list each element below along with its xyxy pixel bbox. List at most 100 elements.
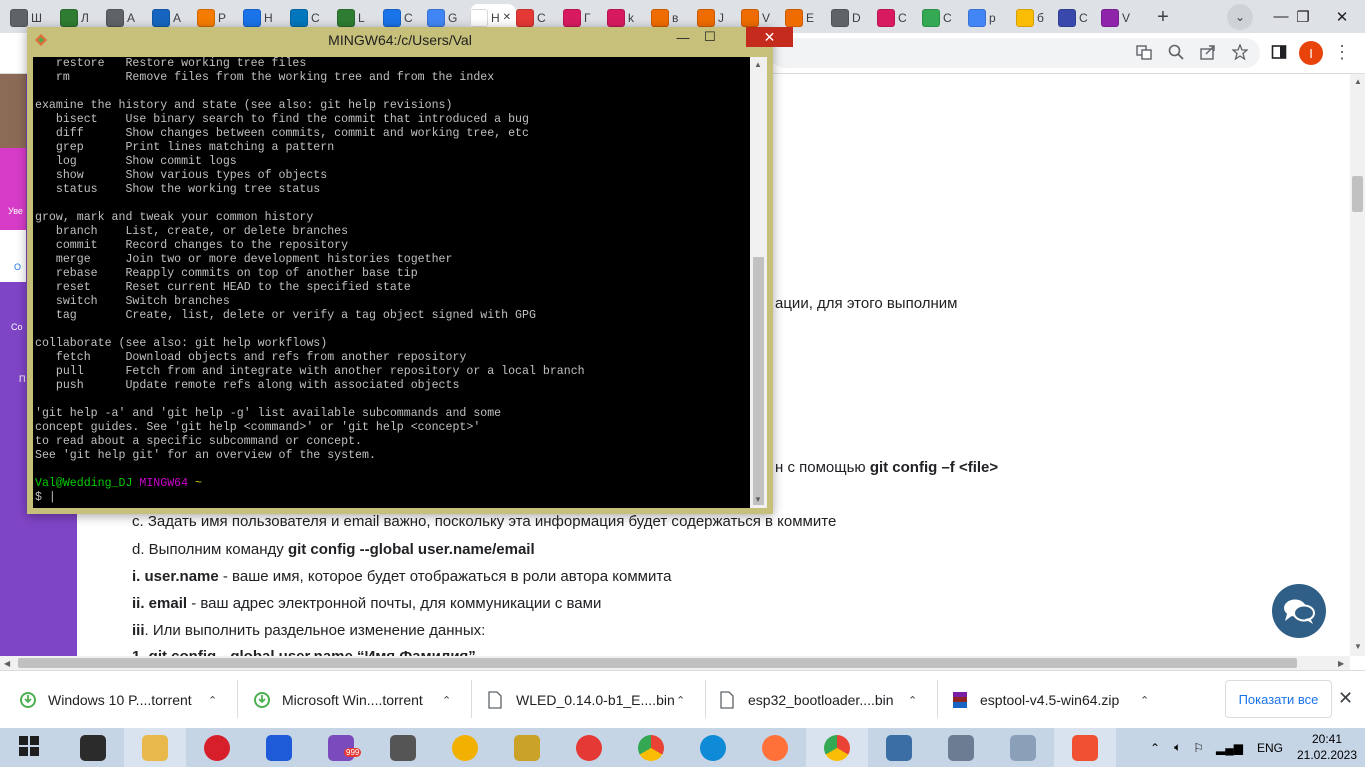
red-app-taskbar-button[interactable]	[558, 728, 620, 767]
browser-tab[interactable]: б	[1016, 4, 1058, 31]
sidebar-icon[interactable]	[1267, 40, 1291, 64]
terminal-close-button[interactable]: ✕	[746, 27, 793, 47]
page-horizontal-scroll-thumb[interactable]	[18, 658, 1297, 668]
terminal-titlebar[interactable]: MINGW64:/c/Users/Val — ☐ ✕	[27, 27, 793, 57]
aimp-taskbar-button[interactable]	[372, 728, 434, 767]
archicad-taskbar-button[interactable]	[434, 728, 496, 767]
browser-tab[interactable]: V	[1101, 4, 1143, 31]
download-item[interactable]: esp32_bootloader....bin ⌃	[720, 671, 935, 729]
file-explorer-taskbar-button[interactable]	[124, 728, 186, 767]
terminal-input-line[interactable]: $ |	[35, 491, 752, 505]
opera-taskbar-button[interactable]	[186, 728, 248, 767]
terminal-minimize-button[interactable]: —	[670, 27, 696, 47]
download-options-chevron-icon[interactable]: ⌃	[208, 694, 217, 707]
network-icon[interactable]: ▂▄▆	[1216, 741, 1243, 755]
download-filename: Microsoft Win....torrent	[282, 692, 423, 708]
alien-app-taskbar-button[interactable]	[62, 728, 124, 767]
download-options-chevron-icon[interactable]: ⌃	[676, 694, 685, 707]
tab-label: в	[672, 10, 679, 25]
show-all-downloads-button[interactable]: Показати все	[1225, 680, 1332, 718]
edge-taskbar-button[interactable]	[682, 728, 744, 767]
terminal-line: See 'git help git' for an overview of th…	[35, 449, 376, 462]
download-separator	[705, 680, 706, 718]
edge-icon	[700, 734, 726, 761]
page-vertical-scroll-thumb[interactable]	[1352, 176, 1363, 212]
firefox-taskbar-button[interactable]	[744, 728, 806, 767]
device-app-icon	[948, 734, 974, 761]
device-app-taskbar-button[interactable]	[930, 728, 992, 767]
new-tab-button[interactable]: +	[1150, 4, 1176, 30]
profile-avatar[interactable]: I	[1299, 41, 1323, 65]
terminal-scroll-down-icon[interactable]: ▼	[754, 495, 762, 504]
viber-taskbar-button[interactable]: 999	[310, 728, 372, 767]
scroll-up-arrow-icon[interactable]: ▲	[1354, 77, 1362, 86]
browser-tab[interactable]: р	[968, 4, 1010, 31]
download-filename: esp32_bootloader....bin	[748, 692, 894, 708]
browser-tab[interactable]: D	[831, 4, 873, 31]
terminal-line: fetch Download objects and refs from ano…	[35, 351, 467, 364]
terminal-line: rm Remove files from the working tree an…	[35, 71, 495, 84]
download-item[interactable]: esptool-v4.5-win64.zip ⌃	[952, 671, 1167, 729]
tab-search-button[interactable]: ⌄	[1227, 4, 1253, 30]
share-icon[interactable]	[1196, 40, 1220, 64]
git-app-taskbar-button[interactable]	[1054, 728, 1116, 767]
terminal-scroll-thumb[interactable]	[753, 257, 764, 505]
file-icon	[720, 691, 736, 709]
file-explorer-icon	[142, 734, 168, 761]
chat-widget-button[interactable]	[1272, 584, 1326, 638]
headphones-app-taskbar-button[interactable]	[248, 728, 310, 767]
browser-menu-icon[interactable]: ⋮	[1330, 40, 1354, 64]
tab-label: Р	[218, 10, 227, 25]
terminal-line: grow, mark and tweak your common history	[35, 211, 314, 224]
chrome-alt-taskbar-button[interactable]	[806, 728, 868, 767]
terminal-line: concept guides. See 'git help <command>'…	[35, 421, 481, 434]
flag-icon[interactable]: ⚐	[1193, 741, 1204, 755]
window-close-button[interactable]: ✕	[1319, 0, 1365, 33]
terminal-maximize-button[interactable]: ☐	[697, 27, 723, 47]
archive-icon	[952, 691, 968, 709]
scroll-left-arrow-icon[interactable]: ◀	[4, 659, 10, 668]
language-indicator[interactable]: ENG	[1257, 741, 1283, 755]
start-button-taskbar-button[interactable]	[0, 728, 62, 767]
taskbar-clock[interactable]: 20:41 21.02.2023	[1292, 731, 1362, 763]
tab-favicon-icon	[516, 8, 534, 27]
download-options-chevron-icon[interactable]: ⌃	[908, 694, 917, 707]
network-app-taskbar-button[interactable]	[868, 728, 930, 767]
file-icon	[488, 691, 504, 709]
tab-label: С	[404, 10, 413, 25]
terminal-lines: restore Restore working tree files rm Re…	[35, 57, 752, 477]
clock-time: 20:41	[1311, 732, 1343, 746]
download-options-chevron-icon[interactable]: ⌃	[1140, 694, 1149, 707]
tab-label: б	[1037, 10, 1044, 25]
download-item[interactable]: WLED_0.14.0-b1_E....bin ⌃	[488, 671, 703, 729]
zoom-icon[interactable]	[1164, 40, 1188, 64]
download-item[interactable]: Microsoft Win....torrent ⌃	[254, 671, 469, 729]
scroll-down-arrow-icon[interactable]: ▼	[1354, 642, 1362, 651]
terminal-line: rebase Reapply commits on top of another…	[35, 267, 418, 280]
terminal-output[interactable]: restore Restore working tree files rm Re…	[33, 57, 752, 508]
tray-chevron-icon[interactable]: ⌃	[1150, 741, 1160, 755]
prompt-env: MINGW64	[139, 477, 189, 490]
star-icon[interactable]	[1228, 40, 1252, 64]
archicad-icon	[452, 734, 478, 761]
download-item[interactable]: Windows 10 P....torrent ⌃	[20, 671, 235, 729]
browser-tab[interactable]: С	[877, 4, 919, 31]
download-options-chevron-icon[interactable]: ⌃	[442, 694, 451, 707]
tab-close-icon[interactable]: ✕	[503, 12, 511, 23]
tab-label: А	[173, 10, 182, 25]
tab-favicon-icon	[383, 8, 401, 27]
volume-icon[interactable]: 🔈︎	[1174, 740, 1181, 755]
slash-app-taskbar-button[interactable]	[496, 728, 558, 767]
tab-favicon-icon	[651, 8, 669, 27]
downloads-close-button[interactable]: ✕	[1338, 688, 1353, 709]
page-vertical-scrollbar[interactable]	[1350, 74, 1365, 656]
chrome-taskbar-button[interactable]	[620, 728, 682, 767]
monitor-app-taskbar-button[interactable]	[992, 728, 1054, 767]
scroll-right-arrow-icon[interactable]: ▶	[1338, 659, 1344, 668]
translate-icon[interactable]	[1132, 40, 1156, 64]
terminal-scroll-up-icon[interactable]: ▲	[754, 60, 762, 69]
browser-tab[interactable]: С	[1058, 4, 1100, 31]
tab-label: С	[898, 10, 907, 25]
browser-tab[interactable]: С	[922, 4, 964, 31]
